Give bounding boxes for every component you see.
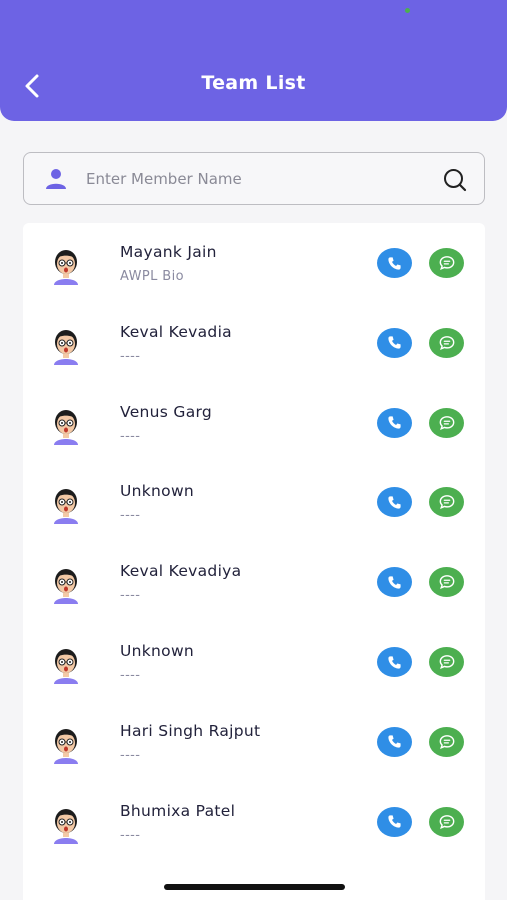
member-name: Bhumixa Patel [120, 801, 236, 820]
phone-icon [387, 256, 402, 271]
call-button[interactable] [377, 806, 412, 837]
member-name: Unknown [120, 482, 195, 501]
member-name: Keval Kevadiya [120, 562, 242, 581]
chat-bubble-icon [439, 255, 455, 271]
list-item[interactable]: Mayank Jain AWPL Bio [23, 223, 485, 303]
avatar-girl-icon [43, 560, 89, 606]
member-name: Mayank Jain [120, 243, 217, 261]
phone-icon [387, 495, 402, 510]
team-list: Mayank Jain AWPL Bio Keval Kevadia ---- [23, 223, 485, 900]
chat-button[interactable] [429, 407, 464, 438]
call-button[interactable] [377, 327, 412, 358]
chat-button[interactable] [429, 327, 464, 358]
avatar-girl-icon [43, 480, 89, 526]
search-input[interactable] [86, 161, 426, 197]
member-name: Hari Singh Rajput [120, 721, 261, 740]
chat-bubble-icon [439, 814, 455, 830]
phone-icon [387, 734, 402, 749]
chat-bubble-icon [439, 734, 455, 750]
avatar-girl-icon [43, 321, 89, 367]
member-subtitle: ---- [120, 428, 141, 444]
member-name: Unknown [120, 642, 195, 660]
avatar-girl-icon [43, 800, 89, 846]
call-button[interactable] [377, 726, 412, 757]
list-item[interactable]: Venus Garg ---- [23, 383, 485, 463]
member-name: Venus Garg [120, 402, 213, 421]
avatar-girl-icon [43, 640, 89, 686]
search-bar [23, 152, 485, 205]
list-item[interactable]: Keval Kevadia ---- [23, 303, 485, 383]
phone-icon [387, 335, 402, 350]
chat-bubble-icon [439, 654, 455, 670]
chat-button[interactable] [429, 806, 464, 837]
call-button[interactable] [377, 248, 412, 278]
avatar-girl-icon [43, 241, 89, 287]
chat-button[interactable] [429, 726, 464, 757]
phone-icon [387, 575, 402, 590]
member-subtitle: AWPL Bio [120, 269, 184, 284]
chat-button[interactable] [429, 248, 464, 278]
list-item[interactable]: Keval Kevadiya ---- [23, 542, 485, 622]
person-icon [46, 169, 66, 189]
chat-button[interactable] [429, 567, 464, 598]
member-subtitle: ---- [120, 747, 141, 763]
chat-bubble-icon [439, 494, 455, 510]
search-icon[interactable] [442, 167, 468, 193]
member-name: Keval Kevadia [120, 322, 232, 341]
list-item[interactable]: Bhumixa Patel ---- [23, 782, 485, 862]
list-item[interactable]: Unknown ---- [23, 622, 485, 702]
call-button[interactable] [377, 407, 412, 438]
list-item[interactable]: Hari Singh Rajput ---- [23, 702, 485, 782]
phone-icon [387, 655, 402, 670]
avatar-girl-icon [43, 401, 89, 447]
member-subtitle: ---- [120, 508, 141, 524]
call-button[interactable] [377, 647, 412, 677]
page-title: Team List [201, 72, 306, 94]
chat-button[interactable] [429, 487, 464, 518]
phone-icon [387, 814, 402, 829]
status-dot [405, 8, 410, 13]
phone-icon [387, 415, 402, 430]
chat-button[interactable] [429, 647, 464, 677]
member-subtitle: ---- [120, 348, 141, 364]
avatar-girl-icon [43, 720, 89, 766]
app-header: Team List [0, 0, 507, 121]
member-subtitle: ---- [120, 588, 141, 604]
list-item[interactable]: Unknown ---- [23, 462, 485, 542]
call-button[interactable] [377, 567, 412, 598]
chat-bubble-icon [439, 335, 455, 351]
member-subtitle: ---- [120, 827, 141, 843]
chat-bubble-icon [439, 574, 455, 590]
chat-bubble-icon [439, 415, 455, 431]
call-button[interactable] [377, 487, 412, 518]
home-indicator [164, 884, 345, 890]
member-subtitle: ---- [120, 668, 141, 683]
